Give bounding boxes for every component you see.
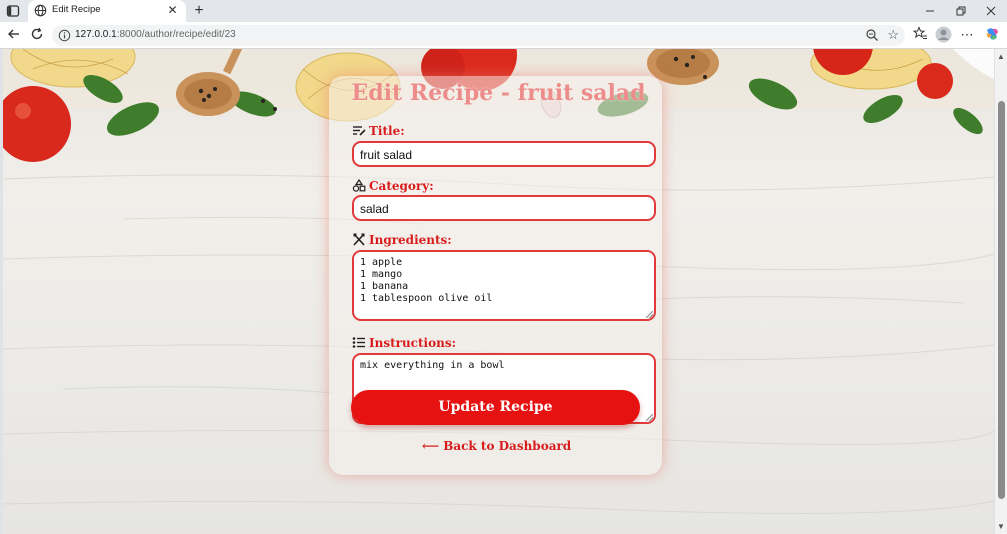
instructions-label: Instructions: (352, 336, 456, 350)
close-icon[interactable]: ✕ (166, 4, 179, 17)
ingredient-line: 1 banana (360, 281, 409, 292)
page-scrollbar[interactable]: ▲ ▼ (994, 49, 1007, 534)
scrollbar-thumb[interactable] (998, 101, 1005, 499)
info-icon[interactable] (58, 29, 71, 42)
back-to-dashboard-link[interactable]: ⟵ Back to Dashboard (330, 439, 663, 453)
close-window-icon[interactable] (976, 2, 1006, 20)
shapes-icon (352, 178, 366, 192)
list-icon (352, 336, 366, 349)
ingredient-line: 1 mango (360, 269, 403, 280)
resize-handle-icon[interactable] (646, 311, 653, 318)
reload-icon[interactable] (29, 27, 45, 43)
profile-icon[interactable] (934, 26, 952, 44)
ingredients-textarea[interactable]: 1 apple 1 mango 1 banana 1 tablespoon ol… (352, 250, 656, 321)
ingredient-line: 1 apple (360, 257, 403, 268)
more-icon[interactable]: ⋯ (958, 26, 976, 44)
copilot-icon[interactable] (983, 26, 1001, 44)
tab-title: Edit Recipe (52, 4, 101, 15)
scroll-down-icon[interactable]: ▼ (997, 522, 1005, 531)
minimize-icon[interactable] (915, 2, 945, 20)
restore-icon[interactable] (946, 2, 976, 20)
favorites-icon[interactable] (911, 26, 929, 44)
scroll-up-icon[interactable]: ▲ (997, 52, 1005, 61)
browser-tab[interactable]: Edit Recipe ✕ (28, 0, 186, 22)
title-input[interactable]: fruit salad (352, 141, 656, 167)
sidebar-toggle-icon[interactable] (5, 3, 21, 19)
instruction-line: mix everything in a bowl (360, 360, 505, 371)
title-label: Title: (352, 124, 405, 138)
ingredient-line: 1 tablespoon olive oil (360, 293, 493, 304)
ingredients-label: Ingredients: (352, 233, 452, 247)
star-icon[interactable]: ☆ (887, 27, 899, 43)
zoom-icon[interactable] (865, 28, 879, 42)
new-tab-button[interactable]: + (190, 2, 208, 20)
resize-handle-icon[interactable] (646, 414, 653, 421)
url-text: 127.0.0.1:8000/author/recipe/edit/23 (75, 29, 236, 40)
update-recipe-button[interactable]: Update Recipe (351, 390, 640, 425)
category-label: Category: (352, 178, 434, 193)
browser-toolbar: 127.0.0.1:8000/author/recipe/edit/23 ☆ ⋯ (0, 22, 1007, 49)
address-bar[interactable]: 127.0.0.1:8000/author/recipe/edit/23 ☆ (52, 25, 905, 46)
tab-strip: Edit Recipe ✕ + (0, 0, 1007, 22)
back-icon[interactable] (6, 27, 22, 43)
category-input[interactable]: salad (352, 195, 656, 221)
title-edit-icon (352, 124, 366, 137)
utensils-icon (352, 233, 366, 246)
globe-icon (34, 4, 47, 17)
